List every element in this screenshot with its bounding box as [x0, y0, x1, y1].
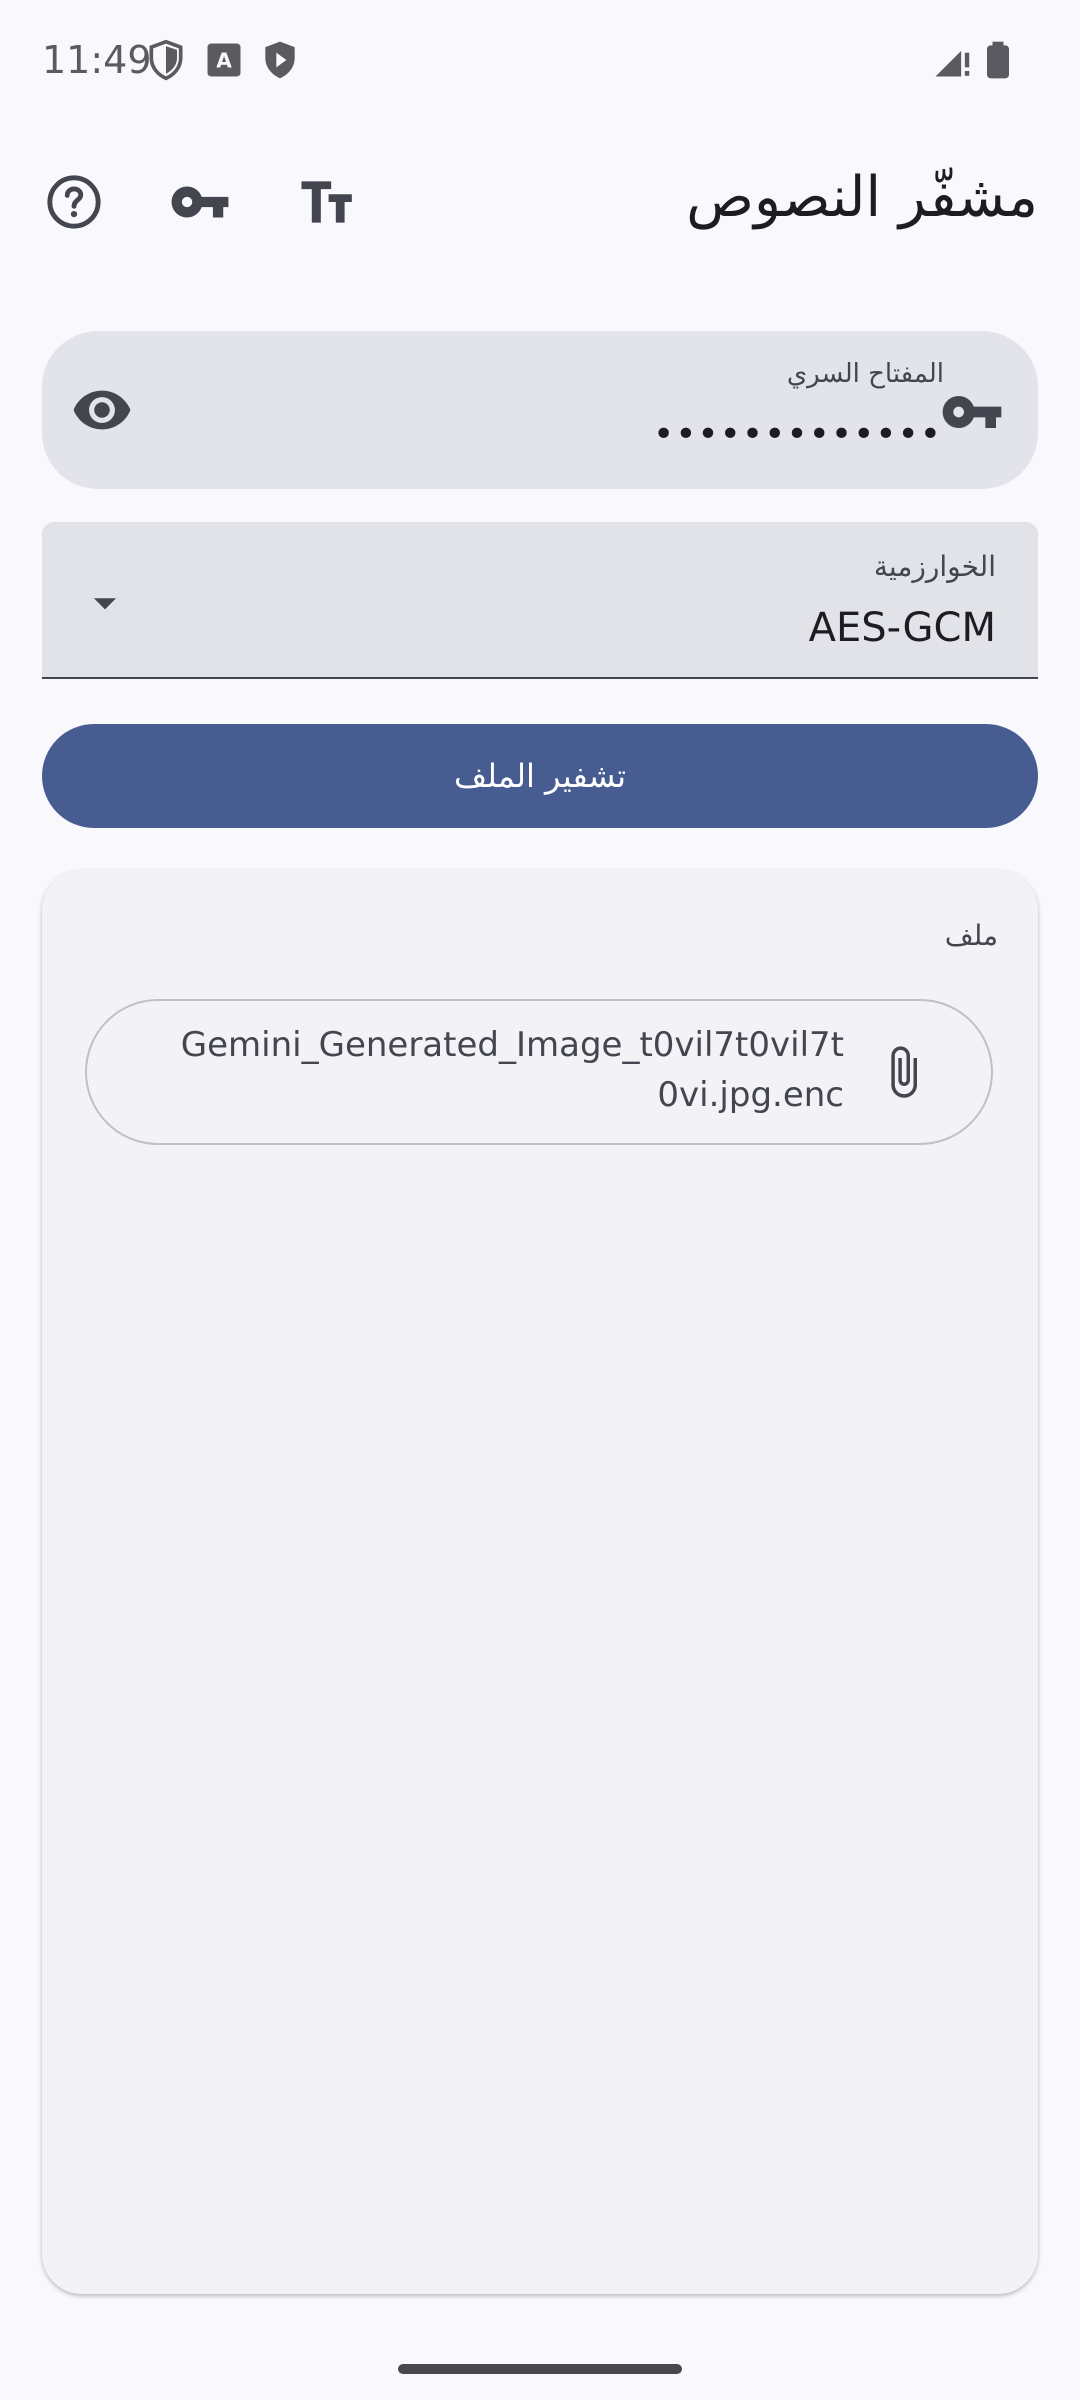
toggle-visibility-button[interactable]: [66, 376, 138, 448]
battery-icon: [976, 38, 1020, 82]
attachment-icon: [875, 1040, 931, 1104]
secret-key-input[interactable]: •••••••••••••: [653, 410, 942, 460]
svg-text:A: A: [216, 48, 232, 72]
file-name: Gemini_Generated_Image_t0vil7t0vil7t0vi.…: [180, 1025, 844, 1115]
gesture-nav-handle[interactable]: [398, 2364, 682, 2374]
algorithm-value[interactable]: AES-GCM: [809, 600, 996, 656]
key-icon: [169, 171, 231, 233]
status-time: 11:49: [42, 38, 152, 82]
file-label: ملف: [944, 919, 998, 952]
text-size-icon: [295, 171, 357, 233]
key-field-icon: [940, 380, 1004, 444]
help-button[interactable]: [32, 160, 116, 244]
dropdown-arrow-icon[interactable]: [86, 584, 124, 622]
secret-key-label: المفتاح السري: [786, 359, 944, 389]
eye-icon: [71, 379, 133, 445]
a-box-icon: A: [202, 38, 246, 82]
help-icon: [45, 173, 103, 231]
algorithm-label: الخوارزمية: [873, 550, 996, 583]
text-size-button[interactable]: [284, 160, 368, 244]
app-title: مشفّر النصوص: [686, 165, 1038, 230]
encrypt-file-label: تشفير الملف: [454, 757, 626, 795]
encrypt-file-button[interactable]: تشفير الملف: [42, 724, 1038, 828]
shield-outline-icon: [144, 38, 188, 82]
key-icon: [940, 396, 1004, 448]
play-shield-icon: [258, 38, 302, 82]
key-button[interactable]: [158, 160, 242, 244]
signal-icon: [930, 38, 974, 82]
